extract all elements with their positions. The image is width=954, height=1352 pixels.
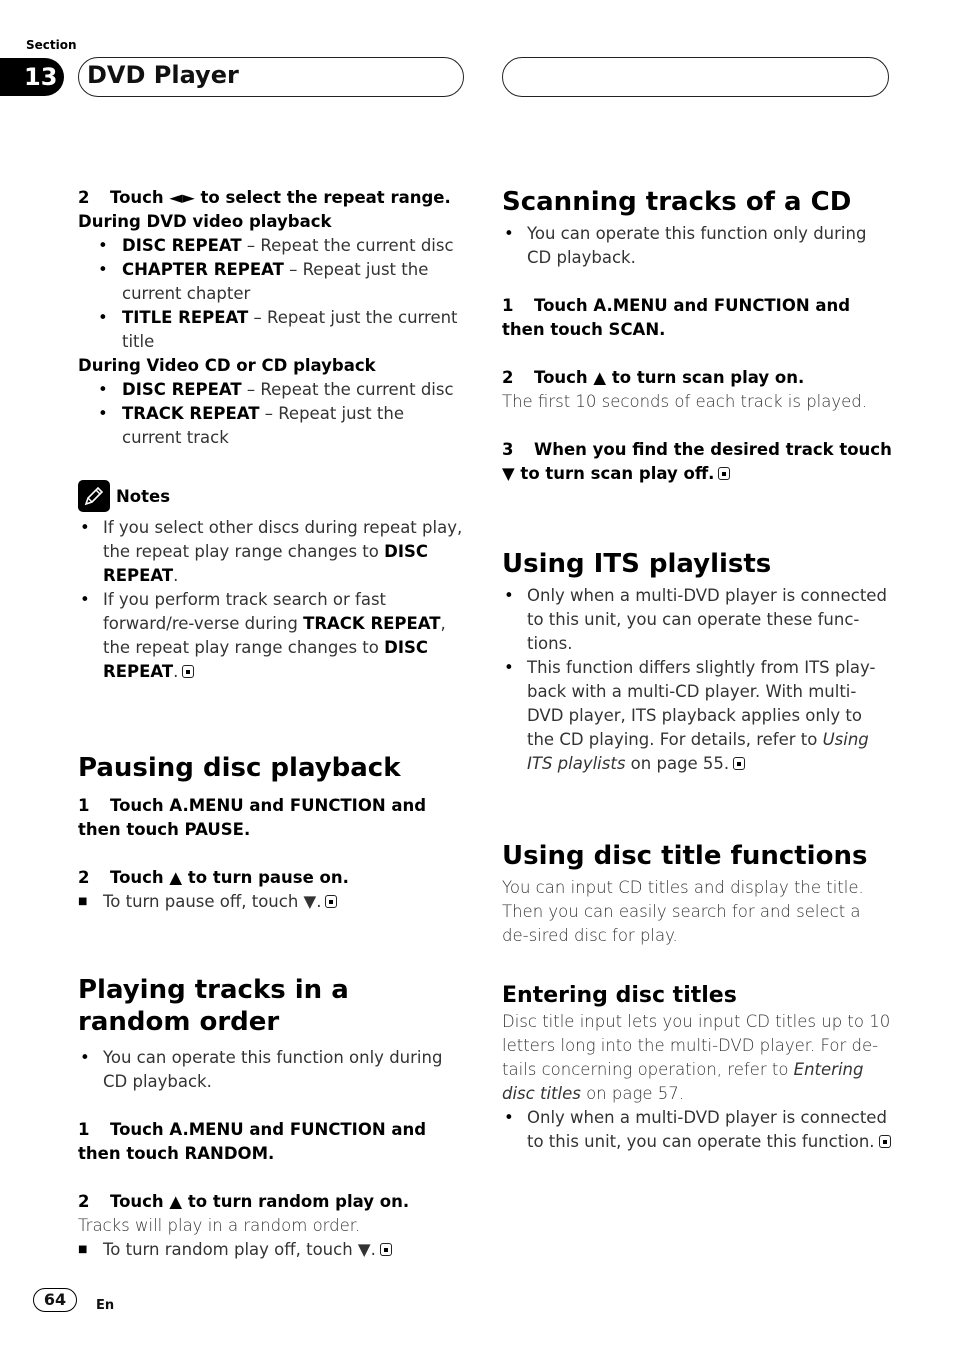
notes-header: Notes bbox=[78, 480, 468, 512]
notes-list: If you select other discs during repeat … bbox=[78, 516, 468, 684]
end-mark-icon bbox=[325, 895, 338, 908]
list-item: TITLE REPEAT – Repeat just the current t… bbox=[78, 306, 468, 354]
pausing-tips: To turn pause off, touch ▼. bbox=[78, 890, 468, 914]
end-mark-icon bbox=[182, 665, 195, 678]
its-bullets: Only when a multi-DVD player is connecte… bbox=[502, 584, 892, 776]
entering-disc-titles-title: Entering disc titles bbox=[502, 983, 737, 1008]
entering-disc-titles-bullets: Only when a multi-DVD player is connecte… bbox=[502, 1106, 892, 1154]
pausing-step-1: 1 Touch A.MENU and FUNCTION and then touc… bbox=[78, 796, 427, 839]
chapter-title: DVD Player bbox=[87, 61, 239, 89]
chapter-title-pill: DVD Player bbox=[78, 57, 464, 97]
disc-title-body: You can input CD titles and display the … bbox=[502, 878, 864, 945]
scanning-body: The first 10 seconds of each track is pl… bbox=[502, 392, 867, 411]
dvd-playback-heading: During DVD video playback bbox=[78, 212, 332, 231]
random-step-1: 1 Touch A.MENU and FUNCTION and then touc… bbox=[78, 1120, 427, 1163]
note-item: If you select other discs during repeat … bbox=[78, 516, 468, 588]
list-item: You can operate this function only durin… bbox=[78, 1046, 468, 1094]
list-item: CHAPTER REPEAT – Repeat just the current… bbox=[78, 258, 468, 306]
scanning-step-2: 2 Touch ▲ to turn scan play on. bbox=[502, 368, 805, 387]
list-item: DISC REPEAT – Repeat the current disc bbox=[78, 234, 468, 258]
list-item: Only when a multi-DVD player is connecte… bbox=[502, 1106, 892, 1154]
list-item: You can operate this function only durin… bbox=[502, 222, 892, 270]
pencil-icon bbox=[78, 480, 110, 512]
list-item: DISC REPEAT – Repeat the current disc bbox=[78, 378, 468, 402]
section-number-badge: 13 bbox=[0, 58, 64, 96]
tip-item: To turn random play off, touch ▼. bbox=[78, 1238, 468, 1262]
scanning-step-1: 1 Touch A.MENU and FUNCTION and then touc… bbox=[502, 296, 851, 339]
end-mark-icon bbox=[733, 757, 746, 770]
list-item: TRACK REPEAT – Repeat just the current t… bbox=[78, 402, 468, 450]
end-mark-icon bbox=[878, 1135, 891, 1148]
repeat-step-2: 2 Touch ◄► to select the repeat range. bbox=[78, 188, 451, 207]
tip-item: To turn pause off, touch ▼. bbox=[78, 890, 468, 914]
its-title: Using ITS playlists bbox=[502, 549, 772, 579]
random-tips: To turn random play off, touch ▼. bbox=[78, 1238, 468, 1262]
end-mark-icon bbox=[718, 467, 731, 480]
right-column: Scanning tracks of a CD You can operate … bbox=[502, 186, 892, 1154]
entering-disc-titles-body: Disc title input lets you input CD title… bbox=[502, 1012, 891, 1103]
scanning-step-3: 3 When you find the desired track touch ▼… bbox=[502, 440, 892, 483]
list-item: This function differs slightly from ITS … bbox=[502, 656, 892, 776]
note-item: If you perform track search or fast forw… bbox=[78, 588, 468, 684]
list-item: Only when a multi-DVD player is connecte… bbox=[502, 584, 892, 656]
vcd-playback-heading: During Video CD or CD playback bbox=[78, 356, 376, 375]
pausing-title: Pausing disc playback bbox=[78, 753, 401, 783]
left-column: 2 Touch ◄► to select the repeat range. Du… bbox=[78, 186, 468, 1262]
end-mark-icon bbox=[379, 1243, 392, 1256]
language-label: En bbox=[96, 1298, 115, 1313]
random-step-2: 2 Touch ▲ to turn random play on. bbox=[78, 1192, 410, 1211]
scanning-bullets: You can operate this function only durin… bbox=[502, 222, 892, 270]
random-bullets: You can operate this function only durin… bbox=[78, 1046, 468, 1094]
random-title: Playing tracks in a random order bbox=[78, 975, 349, 1037]
disc-title-functions-title: Using disc title functions bbox=[502, 841, 868, 871]
vcd-repeat-list: DISC REPEAT – Repeat the current disc TR… bbox=[78, 378, 468, 450]
section-label: Section bbox=[26, 38, 77, 52]
scanning-title: Scanning tracks of a CD bbox=[502, 187, 852, 217]
empty-header-pill bbox=[502, 57, 889, 97]
notes-label: Notes bbox=[116, 486, 171, 506]
page-number: 64 bbox=[33, 1288, 77, 1312]
pausing-step-2: 2 Touch ▲ to turn pause on. bbox=[78, 868, 349, 887]
random-body: Tracks will play in a random order. bbox=[78, 1216, 361, 1235]
dvd-repeat-list: DISC REPEAT – Repeat the current disc CH… bbox=[78, 234, 468, 354]
